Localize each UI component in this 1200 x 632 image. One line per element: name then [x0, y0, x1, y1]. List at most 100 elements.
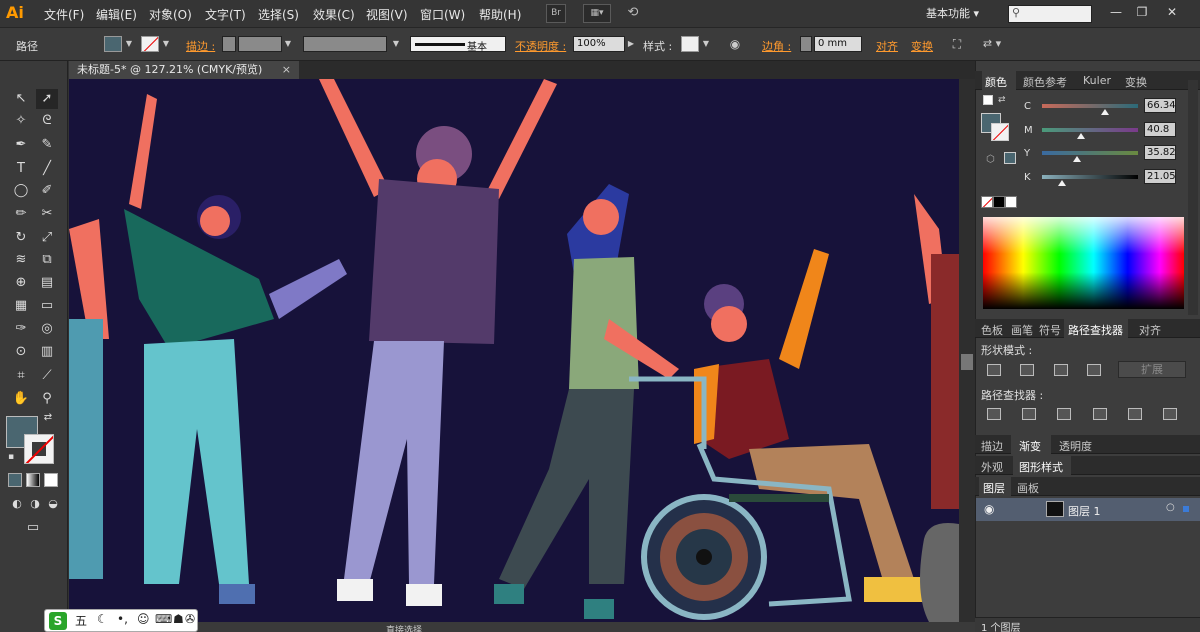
tab-brushes[interactable]: 画笔	[1011, 322, 1033, 338]
opacity-field[interactable]: 100%	[573, 36, 625, 52]
transform-link[interactable]: 变换	[911, 38, 933, 54]
minus-back-button[interactable]	[1163, 408, 1177, 420]
eyedropper-tool-icon[interactable]: ✑	[10, 319, 32, 339]
ime-toolbar[interactable]: S 五 ☾ •, ☺ ⌨ ☗ ✇	[44, 609, 198, 632]
minimize-button[interactable]: —	[1104, 2, 1128, 22]
chevron-down-icon[interactable]: ▼	[282, 36, 294, 52]
slider-c-track[interactable]	[1042, 104, 1138, 108]
ellipse-tool-icon[interactable]: ◯	[10, 181, 32, 201]
slider-k-track[interactable]	[1042, 175, 1138, 179]
lasso-tool-icon[interactable]: ᘓ	[36, 111, 58, 131]
slider-m-knob[interactable]	[1077, 133, 1086, 139]
corner-label[interactable]: 边角 :	[762, 38, 791, 54]
slider-y-knob[interactable]	[1072, 156, 1081, 162]
intersect-button[interactable]	[1054, 364, 1068, 376]
slider-y-value[interactable]: 35.82	[1144, 145, 1176, 160]
slider-m-value[interactable]: 40.8	[1144, 122, 1176, 137]
tab-align[interactable]: 对齐	[1139, 322, 1161, 338]
default-fill-stroke-icon[interactable]: ▪	[4, 451, 18, 463]
tab-document[interactable]: 未标题-5* @ 127.21% (CMYK/预览) ×	[69, 61, 299, 79]
search-input[interactable]: ⚲	[1008, 5, 1092, 23]
slider-k-value[interactable]: 21.05	[1144, 169, 1176, 184]
menu-file[interactable]: 文件(F)	[44, 6, 84, 23]
line-tool-icon[interactable]: ╱	[36, 159, 58, 179]
closest-color-swatch[interactable]	[1004, 152, 1016, 164]
tab-pathfinder[interactable]: 路径查找器	[1068, 322, 1123, 338]
ime-mode[interactable]: 五	[75, 612, 87, 629]
curvature-tool-icon[interactable]: ✎	[36, 135, 58, 155]
symbol-sprayer-tool-icon[interactable]: ⊙	[10, 342, 32, 362]
crop-button[interactable]	[1093, 408, 1107, 420]
slider-m-track[interactable]	[1042, 128, 1138, 132]
align-link[interactable]: 对齐	[876, 38, 898, 54]
fill-swatch[interactable]	[104, 36, 122, 52]
gradient-mode-button[interactable]	[26, 473, 40, 487]
eye-icon[interactable]: ◉	[984, 502, 994, 516]
menu-effect[interactable]: 效果(C)	[313, 6, 355, 23]
stroke-weight-label[interactable]: 描边 :	[186, 38, 215, 54]
target-icon[interactable]: ○	[1166, 502, 1175, 513]
scale-tool-icon[interactable]: ⤢	[36, 228, 58, 248]
close-window-button[interactable]: ✕	[1160, 2, 1184, 22]
tab-appearance[interactable]: 外观	[981, 459, 1003, 475]
recolor-artwork-icon[interactable]: ◉	[729, 36, 741, 52]
arrange-icon[interactable]: ⇄ ▾	[978, 36, 1006, 52]
tab-kuler[interactable]: Kuler	[1083, 74, 1111, 87]
slider-y-track[interactable]	[1042, 151, 1138, 155]
isolate-selected-icon[interactable]: ⛶	[948, 36, 966, 52]
screen-mode-icon[interactable]: ▭	[22, 518, 44, 538]
illustration[interactable]	[69, 79, 959, 622]
swap-colors-icon[interactable]: ⇄	[998, 95, 1006, 105]
close-icon[interactable]: ×	[282, 61, 291, 79]
color-spectrum[interactable]	[983, 217, 1184, 309]
expand-button[interactable]: 扩展	[1118, 361, 1186, 378]
vertical-scrollbar[interactable]	[959, 79, 975, 622]
exclude-button[interactable]	[1087, 364, 1101, 376]
blend-tool-icon[interactable]: ◎	[36, 319, 58, 339]
stroke-swatch[interactable]	[141, 36, 159, 52]
width-tool-icon[interactable]: ≋	[10, 250, 32, 270]
artboard-canvas[interactable]	[69, 79, 959, 622]
slider-c-knob[interactable]	[1101, 109, 1110, 115]
wrench-icon[interactable]: ✇	[185, 612, 195, 626]
menu-window[interactable]: 窗口(W)	[420, 6, 465, 23]
artboard-tool-icon[interactable]: ⌗	[10, 366, 32, 386]
tab-transparency[interactable]: 透明度	[1059, 438, 1092, 454]
stroke-color-box[interactable]	[24, 434, 54, 464]
tab-layers[interactable]: 图层	[983, 480, 1005, 496]
merge-button[interactable]	[1057, 408, 1071, 420]
panel-scrollbar[interactable]	[1188, 80, 1198, 315]
corner-radius-field[interactable]: 0 mm	[814, 36, 862, 52]
tab-swatches[interactable]: 色板	[981, 322, 1003, 338]
menu-object[interactable]: 对象(O)	[149, 6, 192, 23]
type-tool-icon[interactable]: T	[10, 159, 32, 179]
divide-button[interactable]	[987, 408, 1001, 420]
free-transform-tool-icon[interactable]: ⧉	[36, 250, 58, 270]
arrange-documents-icon[interactable]: ▦▾	[583, 4, 611, 23]
panel-stroke-color[interactable]	[991, 123, 1009, 141]
menu-help[interactable]: 帮助(H)	[479, 6, 521, 23]
stroke-weight-field[interactable]	[238, 36, 282, 52]
shape-builder-tool-icon[interactable]: ⊕	[10, 273, 32, 293]
maximize-button[interactable]: ❐	[1130, 2, 1154, 22]
selection-indicator[interactable]	[1183, 506, 1189, 512]
workspace-switcher[interactable]: 基本功能 ▾	[926, 5, 979, 21]
none-mode-button[interactable]	[44, 473, 58, 487]
tab-transform[interactable]: 变换	[1125, 74, 1147, 90]
keyboard-icon[interactable]: ⌨	[155, 612, 172, 626]
white-swatch[interactable]	[1005, 196, 1017, 208]
moon-icon[interactable]: ☾	[97, 612, 108, 626]
default-colors-icon[interactable]	[983, 95, 993, 105]
magic-wand-tool-icon[interactable]: ✧	[10, 111, 32, 131]
outline-button[interactable]	[1128, 408, 1142, 420]
mesh-tool-icon[interactable]: ▦	[10, 296, 32, 316]
slice-tool-icon[interactable]: ⟋	[36, 366, 58, 386]
tab-symbols[interactable]: 符号	[1039, 322, 1061, 338]
trim-button[interactable]	[1022, 408, 1036, 420]
chevron-down-icon[interactable]: ▼	[123, 36, 135, 52]
tab-color[interactable]: 颜色	[985, 74, 1007, 90]
slider-c-value[interactable]: 66.34	[1144, 98, 1176, 113]
slider-k-knob[interactable]	[1058, 180, 1067, 186]
tab-stroke[interactable]: 描边	[981, 438, 1003, 454]
bridge-button[interactable]: Br	[546, 4, 566, 23]
